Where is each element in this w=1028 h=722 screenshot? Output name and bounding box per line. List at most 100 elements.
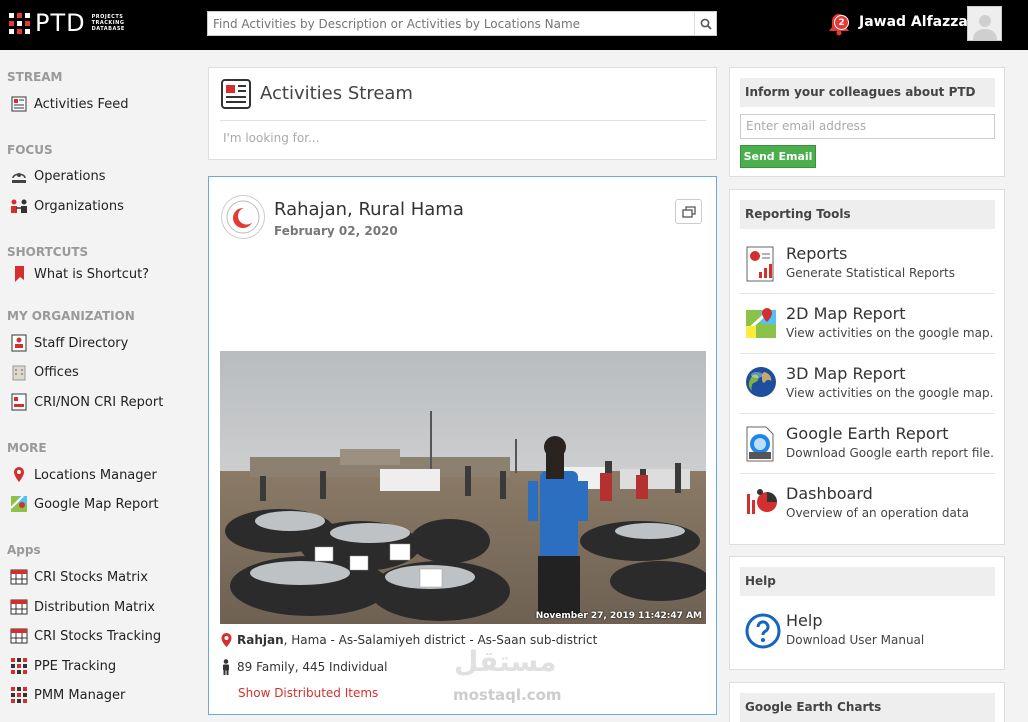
sidebar-item-what-is-shortcut[interactable]: What is Shortcut? bbox=[10, 264, 149, 284]
send-email-button[interactable]: Send Email bbox=[740, 145, 816, 168]
photo-timestamp: November 27, 2019 11:42:47 AM bbox=[535, 611, 702, 621]
report-icon bbox=[10, 393, 28, 411]
watermark-arabic: مستقل bbox=[454, 645, 557, 678]
tool-subtitle: View activities on the google map. bbox=[786, 326, 994, 340]
charts-title: Google Earth Charts bbox=[740, 693, 995, 722]
newspaper-icon bbox=[220, 78, 252, 114]
sidebar-item-offices[interactable]: Offices bbox=[10, 362, 79, 382]
section-focus: FOCUS bbox=[7, 143, 53, 157]
activity-photo[interactable]: November 27, 2019 11:42:47 AM bbox=[220, 351, 706, 624]
logo-text: PTD bbox=[35, 9, 86, 37]
sidebar-item-ppe-tracking[interactable]: PPE Tracking bbox=[10, 656, 116, 676]
sidebar-item-cri-non-cri-report[interactable]: CRI/NON CRI Report bbox=[10, 392, 163, 412]
stream-filter-input[interactable]: I'm looking for... bbox=[223, 131, 320, 145]
reporting-tools-panel: Reporting Tools Reports Generate Statist… bbox=[729, 189, 1005, 545]
logo-dots-icon bbox=[9, 12, 30, 34]
grid-icon bbox=[10, 657, 28, 675]
sidebar-item-organizations[interactable]: Organizations bbox=[10, 196, 124, 216]
matrix-icon bbox=[10, 627, 28, 645]
sidebar-item-label: Google Map Report bbox=[34, 496, 159, 512]
search-icon[interactable] bbox=[694, 12, 716, 35]
matrix-icon bbox=[10, 568, 28, 586]
location-pin-icon bbox=[221, 633, 232, 647]
section-shortcuts: SHORTCUTS bbox=[7, 245, 89, 259]
top-bar: PTD PROJECTS TRACKING DATABASE 2 Jawad A… bbox=[0, 0, 1028, 50]
tool-subtitle: Download Google earth report file. bbox=[786, 446, 994, 460]
global-search bbox=[207, 11, 717, 36]
section-stream: STREAM bbox=[7, 70, 63, 84]
sidebar-item-label: Locations Manager bbox=[34, 467, 157, 483]
map-2d-icon bbox=[744, 306, 777, 342]
matrix-icon bbox=[10, 598, 28, 616]
location-name: Rahjan bbox=[237, 633, 284, 647]
tool-subtitle: Download User Manual bbox=[786, 633, 925, 647]
sidebar-item-label: CRI/NON CRI Report bbox=[34, 394, 164, 410]
tool-google-earth-report[interactable]: Google Earth Report Download Google eart… bbox=[740, 414, 995, 474]
tool-help-manual[interactable]: Help Download User Manual bbox=[740, 601, 995, 661]
beneficiaries: 89 Family, 445 Individual bbox=[221, 659, 388, 675]
sidebar-item-staff-directory[interactable]: Staff Directory bbox=[10, 333, 128, 353]
sidebar-item-pmm-manager[interactable]: PMM Manager bbox=[10, 685, 125, 705]
sidebar-item-cri-stocks-tracking[interactable]: CRI Stocks Tracking bbox=[10, 626, 161, 646]
sidebar-item-cri-stocks-matrix[interactable]: CRI Stocks Matrix bbox=[10, 567, 148, 587]
tool-subtitle: View activities on the google map. bbox=[786, 386, 994, 400]
section-my-organization: MY ORGANIZATION bbox=[7, 309, 135, 323]
tool-dashboard[interactable]: Dashboard Overview of an operation data bbox=[740, 474, 995, 534]
tool-subtitle: Overview of an operation data bbox=[786, 506, 969, 520]
sidebar-item-label: PMM Manager bbox=[34, 687, 126, 703]
tool-subtitle: Generate Statistical Reports bbox=[786, 266, 955, 280]
email-field[interactable]: Enter email address bbox=[740, 114, 995, 139]
unhcr-icon bbox=[10, 167, 28, 185]
tool-title: Dashboard bbox=[786, 484, 873, 503]
tool-3d-map-report[interactable]: 3D Map Report View activities on the goo… bbox=[740, 354, 995, 414]
help-title: Help bbox=[740, 567, 995, 596]
sidebar-item-label: Operations bbox=[34, 168, 106, 184]
sidebar-item-operations[interactable]: Operations bbox=[10, 166, 105, 186]
divider bbox=[220, 120, 706, 121]
user-name[interactable]: Jawad Alfazzaa bbox=[859, 14, 977, 30]
tool-title: 3D Map Report bbox=[786, 364, 906, 383]
sidebar-item-label: Distribution Matrix bbox=[34, 599, 155, 615]
tool-title: Google Earth Report bbox=[786, 424, 949, 443]
section-apps: Apps bbox=[7, 543, 41, 557]
notifications-bell-icon[interactable]: 2 bbox=[826, 11, 852, 37]
sidebar-item-label: Staff Directory bbox=[34, 335, 129, 351]
open-window-icon bbox=[681, 205, 696, 218]
sidebar-item-label: Offices bbox=[34, 364, 79, 380]
tool-2d-map-report[interactable]: 2D Map Report View activities on the goo… bbox=[740, 294, 995, 354]
sidebar: STREAM Activities Feed FOCUS Operations … bbox=[0, 50, 200, 722]
help-panel: Help Help Download User Manual bbox=[729, 556, 1005, 670]
reporting-title: Reporting Tools bbox=[740, 200, 995, 229]
tool-title: 2D Map Report bbox=[786, 304, 906, 323]
sidebar-item-label: Organizations bbox=[34, 198, 124, 214]
activity-title[interactable]: Rahajan, Rural Hama bbox=[274, 199, 464, 220]
page-title: Activities Stream bbox=[260, 83, 413, 104]
directory-icon bbox=[10, 334, 28, 352]
section-more: MORE bbox=[7, 441, 47, 455]
person-icon bbox=[223, 659, 229, 675]
show-distributed-items-link[interactable]: Show Distributed Items bbox=[238, 686, 378, 700]
bookmark-icon bbox=[10, 265, 28, 283]
sidebar-item-google-map-report[interactable]: Google Map Report bbox=[10, 494, 159, 514]
building-icon bbox=[10, 363, 28, 381]
avatar[interactable] bbox=[967, 6, 1002, 41]
beneficiaries-text: 89 Family, 445 Individual bbox=[237, 660, 388, 674]
sidebar-item-activities-feed[interactable]: Activities Feed bbox=[10, 94, 128, 114]
help-question-icon bbox=[745, 613, 781, 649]
notification-badge: 2 bbox=[834, 15, 849, 30]
location-pin-icon bbox=[10, 466, 28, 484]
sidebar-item-label: Activities Feed bbox=[34, 96, 129, 112]
map-icon bbox=[10, 495, 28, 513]
sidebar-item-locations-manager[interactable]: Locations Manager bbox=[10, 465, 157, 485]
watermark-latin: mostaql.com bbox=[453, 686, 562, 704]
newspaper-icon bbox=[10, 95, 28, 113]
open-details-button[interactable] bbox=[675, 199, 702, 224]
tool-reports[interactable]: Reports Generate Statistical Reports bbox=[740, 234, 995, 294]
search-input[interactable] bbox=[208, 12, 688, 35]
sidebar-item-distribution-matrix[interactable]: Distribution Matrix bbox=[10, 597, 155, 617]
activities-stream-panel: Activities Stream I'm looking for... bbox=[208, 67, 717, 160]
dashboard-icon bbox=[745, 486, 777, 522]
activity-date: February 02, 2020 bbox=[274, 224, 398, 238]
ptd-logo[interactable]: PTD PROJECTS TRACKING DATABASE bbox=[9, 11, 152, 35]
red-crescent-logo bbox=[221, 195, 265, 239]
